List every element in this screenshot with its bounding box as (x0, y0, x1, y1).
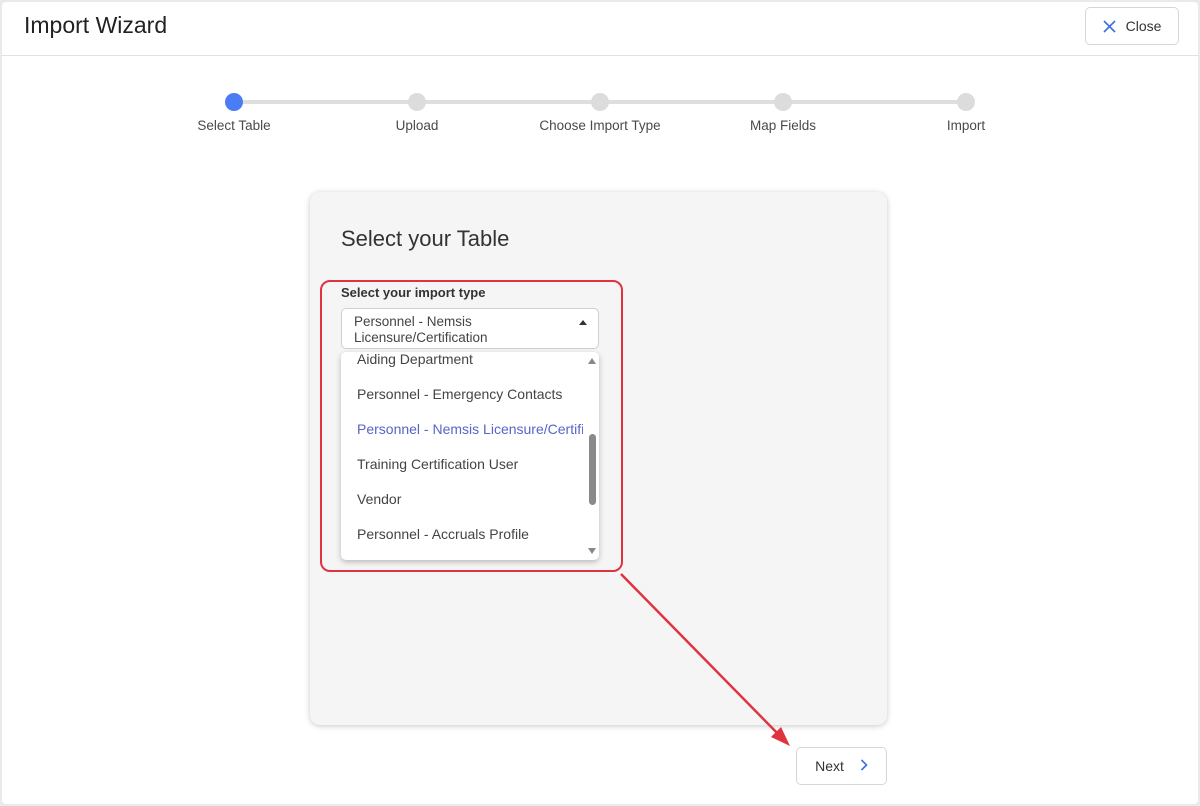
option-personnel-nemsis-licensure-certification[interactable]: Personnel - Nemsis Licensure/Certificati… (341, 412, 583, 447)
option-personnel-accruals-profile[interactable]: Personnel - Accruals Profile (341, 517, 583, 552)
next-label: Next (815, 758, 844, 774)
option-vendor[interactable]: Vendor (341, 482, 583, 517)
next-button[interactable]: Next (796, 747, 887, 785)
option-training-certification-user[interactable]: Training Certification User (341, 447, 583, 482)
option-personnel-emergency-contacts[interactable]: Personnel - Emergency Contacts (341, 377, 583, 412)
import-type-label: Select your import type (341, 285, 486, 300)
step-dot-import (957, 93, 975, 111)
scrollbar-thumb[interactable] (589, 434, 596, 505)
scroll-up-arrow-icon[interactable] (588, 358, 596, 364)
option-aiding-department[interactable]: Aiding Department (341, 352, 583, 377)
dropdown-options: Aiding Department Personnel - Emergency … (341, 352, 583, 552)
chevron-right-icon (860, 758, 868, 774)
step-label-upload: Upload (395, 118, 439, 133)
card-title: Select your Table (341, 226, 510, 251)
step-dot-select-table (225, 93, 243, 111)
caret-up-icon (579, 320, 587, 325)
step-dot-map-fields (774, 93, 792, 111)
import-type-dropdown: Aiding Department Personnel - Emergency … (341, 352, 599, 560)
scroll-down-arrow-icon[interactable] (588, 548, 596, 554)
step-label-import: Import (946, 118, 986, 133)
import-type-selected-value: Personnel - Nemsis Licensure/Certificati… (354, 314, 488, 345)
step-label-choose-import-type: Choose Import Type (539, 118, 661, 133)
step-label-map-fields: Map Fields (749, 118, 817, 133)
wizard-stepper: Select Table Upload Choose Import Type M… (0, 0, 1196, 150)
step-dot-upload (408, 93, 426, 111)
step-label-select-table: Select Table (197, 118, 271, 133)
import-type-select[interactable]: Personnel - Nemsis Licensure/Certificati… (341, 308, 599, 349)
step-dot-choose-import-type (591, 93, 609, 111)
